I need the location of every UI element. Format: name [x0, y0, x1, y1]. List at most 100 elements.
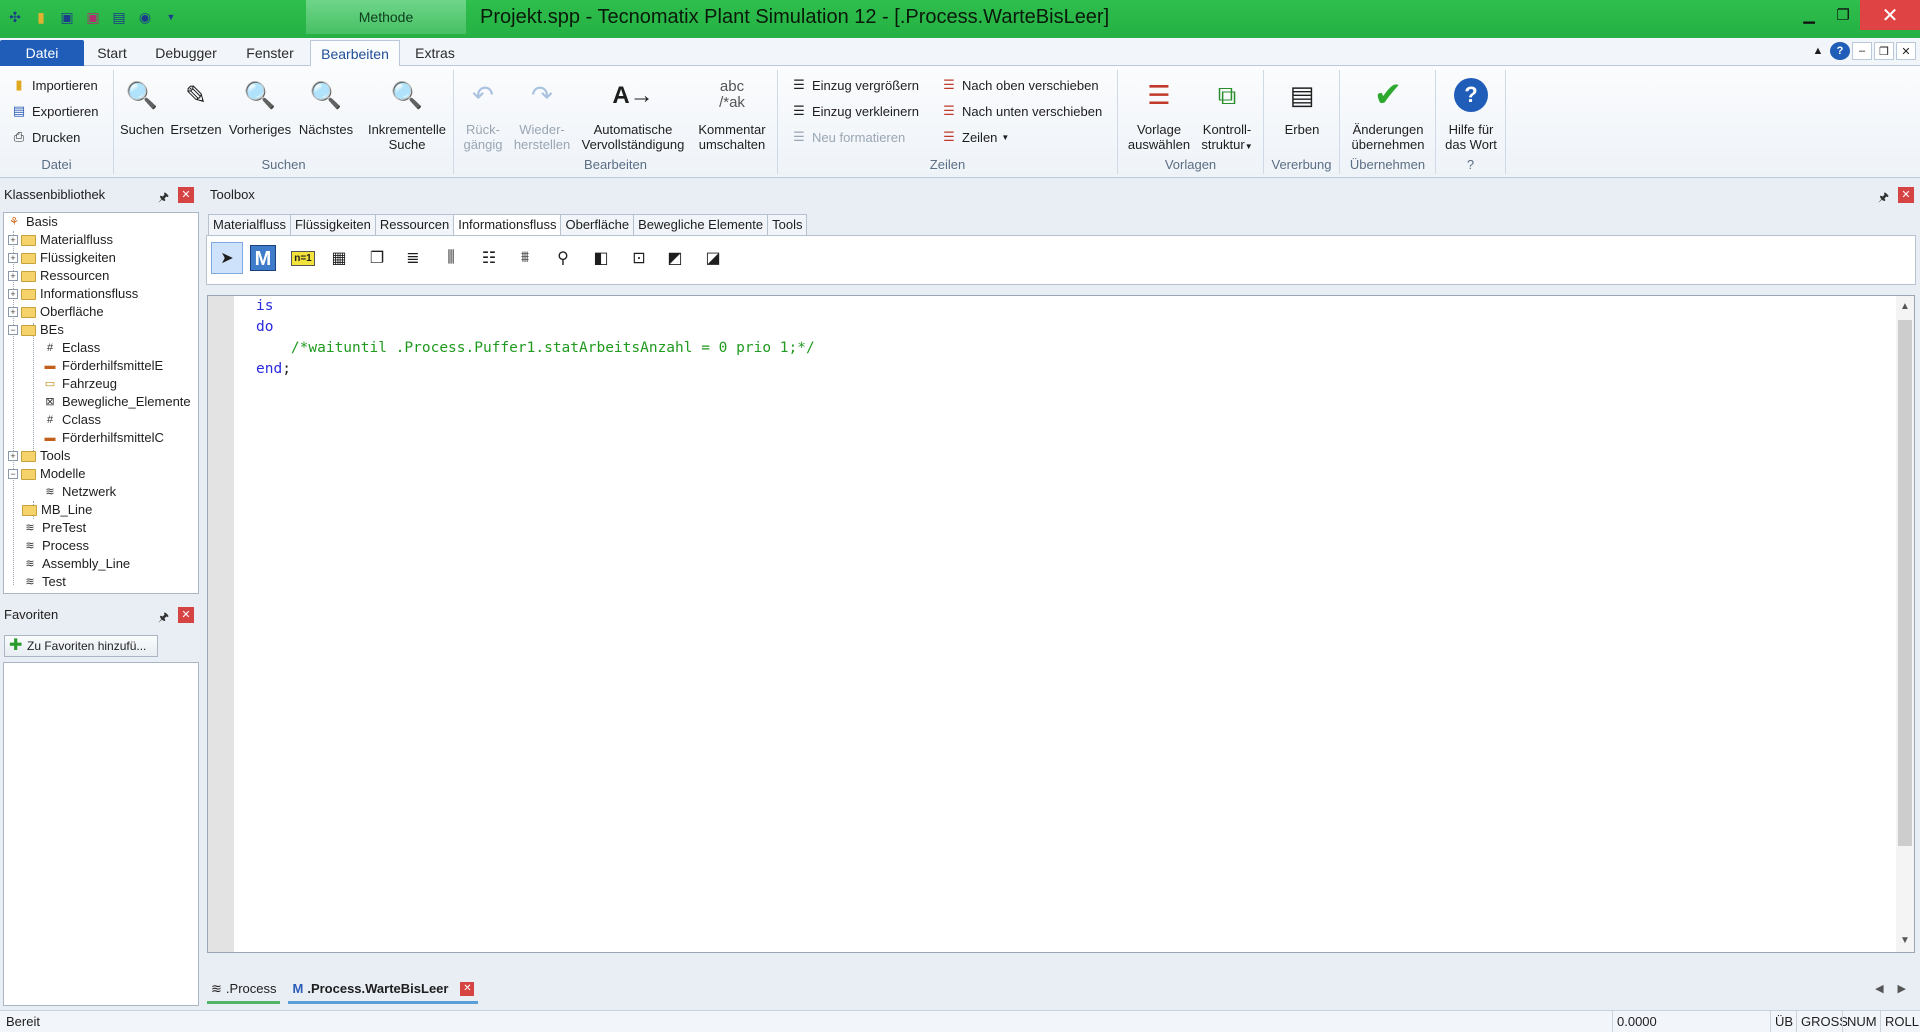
replace-button[interactable]: ✎ Ersetzen — [170, 74, 222, 138]
web-icon[interactable]: ◉ — [134, 6, 156, 28]
search-button[interactable]: 🔍 Suchen — [120, 74, 164, 138]
tab-tools[interactable]: Tools — [767, 214, 808, 236]
tree-item-netzwerk[interactable]: ≋ Netzwerk — [42, 483, 116, 501]
tab-debugger[interactable]: Debugger — [146, 40, 226, 66]
incremental-search-button[interactable]: 🔍 Inkrementelle Suche — [364, 74, 450, 153]
control-structure-button[interactable]: ⧉ Kontroll-struktur▼ — [1194, 74, 1260, 154]
toggle-comment-button[interactable]: abc/*ak Kommentar umschalten — [692, 74, 772, 153]
previous-button[interactable]: 🔍 Vorheriges — [226, 74, 294, 138]
tab-extras[interactable]: Extras — [408, 40, 462, 66]
close-icon[interactable]: ✕ — [1860, 0, 1920, 30]
doc-restore-icon[interactable]: ❐ — [1874, 42, 1894, 60]
interface-icon[interactable]: ◧ — [585, 242, 617, 274]
vertical-scrollbar[interactable]: ▲ ▼ — [1896, 296, 1914, 952]
generator-icon[interactable]: ⚲ — [547, 242, 579, 274]
tree-item-materialfluss[interactable]: + Materialfluss — [8, 231, 113, 249]
expand-icon[interactable]: + — [8, 271, 18, 281]
socket-icon[interactable]: ⊡ — [623, 242, 655, 274]
redo-button[interactable]: ↷ Wieder-herstellen — [510, 74, 574, 153]
tree-item-fluessigkeiten[interactable]: + Flüssigkeiten — [8, 249, 116, 267]
undo-button[interactable]: ↶ Rück-gängig — [460, 74, 506, 153]
tree-item-foerderhilfsmittel-e[interactable]: ▬ FörderhilfsmittelE — [42, 357, 164, 375]
tree-item-modelle[interactable]: − Modelle — [8, 465, 86, 483]
list-icon[interactable]: ☷ — [473, 242, 505, 274]
reformat-button[interactable]: ☰ Neu formatieren — [790, 126, 905, 148]
inherit-button[interactable]: ▤ Erben — [1272, 74, 1332, 138]
app-logo-icon[interactable]: ✣ — [4, 6, 26, 28]
save-icon[interactable]: ▣ — [56, 6, 78, 28]
tree-item-tools[interactable]: + Tools — [8, 447, 70, 465]
select-template-button[interactable]: ☰ Vorlage auswählen — [1126, 74, 1192, 153]
tab-fenster[interactable]: Fenster — [236, 40, 304, 66]
move-up-button[interactable]: ☰ Nach oben verschieben — [940, 74, 1098, 96]
close-icon[interactable]: ✕ — [178, 187, 194, 203]
apply-changes-button[interactable]: ✔ Änderungen übernehmen — [1346, 74, 1430, 153]
method-icon[interactable]: M — [247, 242, 279, 274]
autocomplete-button[interactable]: A→ Automatische Vervollständigung — [578, 74, 688, 152]
close-tab-icon[interactable]: ✕ — [460, 981, 475, 996]
sql-icon[interactable]: ◩ — [659, 242, 691, 274]
tree-item-bewegliche-elemente[interactable]: ⊠ Bewegliche_Elemente — [42, 393, 190, 411]
tree-item-mb-line[interactable]: MB_Line — [22, 501, 92, 519]
tab-oberflaeche[interactable]: Oberfläche — [560, 214, 634, 236]
doc-close-icon[interactable]: ✕ — [1896, 42, 1916, 60]
expand-icon[interactable]: + — [8, 451, 18, 461]
increase-indent-button[interactable]: ☰ Einzug vergrößern — [790, 74, 919, 96]
scroll-up-icon[interactable]: ▲ — [1896, 298, 1914, 316]
tree-item-pretest[interactable]: ≋ PreTest — [22, 519, 86, 537]
expand-icon[interactable]: + — [8, 289, 18, 299]
add-to-favorites-button[interactable]: ✚ Zu Favoriten hinzufü... — [4, 635, 158, 657]
queue-file-icon[interactable]: ⫼ — [435, 242, 467, 274]
expand-icon[interactable]: + — [8, 235, 18, 245]
collapse-ribbon-icon[interactable]: ▲ — [1808, 42, 1828, 60]
expand-icon[interactable]: + — [8, 253, 18, 263]
new-file-icon[interactable]: ▮ — [30, 6, 52, 28]
tree-item-basis[interactable]: ⚘ Basis — [6, 213, 58, 231]
table-file-icon[interactable]: ▦ — [323, 242, 355, 274]
tree-item-process[interactable]: ≋ Process — [22, 537, 89, 555]
scroll-down-icon[interactable]: ▼ — [1896, 932, 1914, 950]
tree-item-fahrzeug[interactable]: ▭ Fahrzeug — [42, 375, 117, 393]
xml-icon[interactable]: ◪ — [697, 242, 729, 274]
variable-icon[interactable]: n=1 — [287, 242, 319, 274]
doc-tab-process[interactable]: ≋ .Process — [207, 976, 281, 1004]
tree-item-bes[interactable]: − BEs — [8, 321, 64, 339]
decrease-indent-button[interactable]: ☰ Einzug verkleinern — [790, 100, 919, 122]
minimize-icon[interactable]: ▁ — [1792, 0, 1826, 30]
tab-bewegliche-elemente[interactable]: Bewegliche Elemente — [633, 214, 768, 236]
pin-icon[interactable]: 🖈 — [158, 608, 169, 629]
pointer-icon[interactable]: ➤ — [211, 242, 243, 274]
scrollbar-thumb[interactable] — [1898, 320, 1912, 846]
tree-item-test[interactable]: ≋ Test — [22, 573, 65, 591]
chevron-left-icon[interactable]: ◀ — [1875, 982, 1883, 995]
collapse-icon[interactable]: − — [8, 469, 18, 479]
collapse-icon[interactable]: − — [8, 325, 18, 335]
save-as-icon[interactable]: ▣ — [82, 6, 104, 28]
tree-item-oberflaeche[interactable]: + Oberfläche — [8, 303, 104, 321]
tree-item-assembly-line[interactable]: ≋ Assembly_Line — [22, 555, 130, 573]
tab-bearbeiten[interactable]: Bearbeiten — [310, 40, 400, 66]
code-area[interactable]: is do /*waituntil .Process.Puffer1.statA… — [256, 296, 815, 380]
tree-item-eclass[interactable]: # Eclass — [42, 339, 100, 357]
help-icon[interactable]: ? — [1830, 42, 1850, 60]
stack-file-icon[interactable]: ≣ — [397, 242, 429, 274]
move-down-button[interactable]: ☰ Nach unten verschieben — [940, 100, 1102, 122]
expand-icon[interactable]: + — [8, 307, 18, 317]
print-preview-icon[interactable]: ▤ — [108, 6, 130, 28]
doc-tab-warte-bis-leer[interactable]: M .Process.WarteBisLeer ✕ — [288, 976, 479, 1004]
pin-icon[interactable]: 🖈 — [1878, 188, 1889, 209]
tree-item-foerderhilfsmittel-c[interactable]: ▬ FörderhilfsmittelC — [42, 429, 164, 447]
tree-item-ressourcen[interactable]: + Ressourcen — [8, 267, 109, 285]
next-button[interactable]: 🔍 Nächstes — [296, 74, 356, 138]
close-icon[interactable]: ✕ — [1898, 187, 1914, 203]
tab-datei[interactable]: Datei — [0, 40, 84, 66]
tab-informationsfluss[interactable]: Informationsfluss — [453, 214, 561, 236]
method-editor[interactable]: is do /*waituntil .Process.Puffer1.statA… — [207, 295, 1915, 953]
doc-minimize-icon[interactable]: – — [1852, 42, 1872, 60]
tab-materialfluss[interactable]: Materialfluss — [208, 214, 290, 236]
tree-item-informationsfluss[interactable]: + Informationsfluss — [8, 285, 138, 303]
help-for-word-button[interactable]: ? Hilfe für das Wort — [1440, 74, 1502, 152]
import-button[interactable]: ▮ Importieren — [10, 74, 97, 96]
card-file-icon[interactable]: ❐ — [361, 242, 393, 274]
chevron-right-icon[interactable]: ▶ — [1898, 982, 1906, 995]
